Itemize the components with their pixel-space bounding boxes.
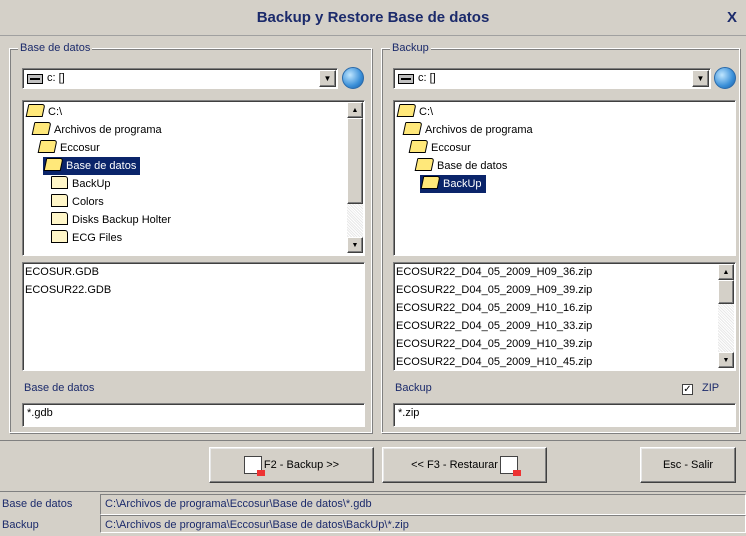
close-button[interactable]: X (724, 10, 740, 26)
folder-tree-item[interactable]: Base de datos (43, 157, 141, 175)
file-list-item[interactable]: ECOSUR22_D04_05_2009_H10_33.zip (396, 318, 592, 335)
folder-tree-item-label: ECG Files (72, 232, 123, 244)
right-files-scroll-up[interactable]: ▲ (718, 264, 734, 280)
file-list-item[interactable]: ECOSUR22.GDB (25, 282, 111, 299)
folder-icon (51, 176, 68, 189)
folder-tree-item[interactable]: Eccosur (37, 139, 104, 157)
zip-checkbox[interactable]: ✓ (682, 384, 693, 395)
open-folder-icon (408, 140, 429, 153)
database-filter-label: Base de datos (24, 382, 95, 394)
folder-tree-item-label: C:\ (48, 106, 63, 118)
open-folder-icon (37, 140, 58, 153)
folder-tree-item-label: C:\ (419, 106, 434, 118)
folder-tree-item[interactable]: BackUp (49, 175, 115, 193)
folder-tree-item[interactable]: Colors (49, 193, 108, 211)
folder-tree-item-label: BackUp (72, 178, 111, 190)
folder-tree-item-label: Archivos de programa (425, 124, 533, 136)
drive-icon (27, 74, 43, 84)
left-tree-scroll-thumb[interactable] (347, 118, 363, 204)
folder-tree-item-label: Disks Backup Holter (72, 214, 172, 226)
left-file-list[interactable]: ECOSUR.GDB ECOSUR22.GDB (22, 262, 365, 371)
file-list-item[interactable]: ECOSUR22_D04_05_2009_H10_16.zip (396, 300, 592, 317)
restore-icon (499, 456, 521, 476)
folder-tree-item[interactable]: ECG Files (49, 229, 126, 247)
database-filter-input[interactable]: *.gdb (22, 403, 365, 427)
folder-tree-item-label: BackUp (443, 178, 482, 190)
folder-tree-item[interactable]: Archivos de programa (31, 121, 166, 139)
left-drive-dropdown-button[interactable]: ▼ (319, 70, 336, 87)
status-backup-path: C:\Archivos de programa\Eccosur\Base de … (100, 515, 746, 533)
left-tree-scroll-up[interactable]: ▲ (347, 102, 363, 118)
right-file-list[interactable]: ECOSUR22_D04_05_2009_H09_36.zip ECOSUR22_… (393, 262, 736, 371)
folder-tree-item-label: Base de datos (437, 160, 508, 172)
open-folder-icon (25, 104, 46, 117)
folder-tree-item[interactable]: C:\ (25, 103, 66, 121)
open-folder-icon (414, 158, 435, 171)
open-folder-icon (402, 122, 423, 135)
right-files-scroll-down[interactable]: ▼ (718, 352, 734, 368)
database-group-label: Base de datos (18, 42, 93, 54)
folder-tree-item[interactable]: BackUp (420, 175, 486, 193)
left-folder-tree[interactable]: C:\ Archivos de programa Eccosur Base de da… (22, 100, 365, 256)
right-drive-value: c: [] (418, 72, 436, 84)
left-drive-value: c: [] (47, 72, 65, 84)
folder-tree-item-label: Eccosur (431, 142, 471, 154)
left-tree-scroll-down[interactable]: ▼ (347, 237, 363, 253)
drive-icon (398, 74, 414, 84)
restore-button[interactable]: << F3 - Restaurar (382, 447, 547, 483)
right-drive-combo[interactable]: c: [] ▼ (393, 68, 711, 89)
folder-icon (51, 212, 68, 225)
file-list-item[interactable]: ECOSUR22_D04_05_2009_H09_36.zip (396, 264, 592, 281)
folder-tree-item-label: Archivos de programa (54, 124, 162, 136)
open-folder-icon (43, 158, 64, 171)
open-folder-icon (31, 122, 52, 135)
folder-tree-item-label: Base de datos (66, 160, 137, 172)
exit-button-label: Esc - Salir (662, 459, 714, 471)
backup-filter-input[interactable]: *.zip (393, 403, 736, 427)
open-folder-icon (420, 176, 441, 189)
right-folder-tree[interactable]: C:\ Archivos de programa Eccosur Base de da… (393, 100, 736, 256)
right-files-scroll-thumb[interactable] (718, 280, 734, 304)
window-title: Backup y Restore Base de datos (256, 9, 490, 26)
network-globe-icon[interactable] (714, 67, 736, 89)
left-drive-combo[interactable]: c: [] ▼ (22, 68, 338, 89)
file-list-item[interactable]: ECOSUR22_D04_05_2009_H10_39.zip (396, 336, 592, 353)
status-database-path: C:\Archivos de programa\Eccosur\Base de … (100, 494, 746, 515)
backup-button[interactable]: F2 - Backup >> (209, 447, 374, 483)
folder-tree-item-label: Eccosur (60, 142, 100, 154)
folder-icon (51, 230, 68, 243)
divider (0, 440, 746, 441)
folder-tree-item[interactable]: Eccosur (408, 139, 475, 157)
zip-checkbox-label: ZIP (702, 382, 720, 394)
backup-group-label: Backup (390, 42, 431, 54)
file-list-item[interactable]: ECOSUR22_D04_05_2009_H10_45.zip (396, 354, 592, 370)
file-list-item[interactable]: ECOSUR.GDB (25, 264, 99, 281)
backup-filter-label: Backup (395, 382, 432, 394)
folder-tree-item[interactable]: Base de datos (414, 157, 511, 175)
folder-tree-item[interactable]: Archivos de programa (402, 121, 537, 139)
file-list-item[interactable]: ECOSUR22_D04_05_2009_H09_39.zip (396, 282, 592, 299)
open-folder-icon (396, 104, 417, 117)
restore-button-label: << F3 - Restaurar (411, 459, 498, 471)
right-drive-dropdown-button[interactable]: ▼ (692, 70, 709, 87)
right-files-scrollbar[interactable]: ▲ ▼ (718, 264, 734, 368)
exit-button[interactable]: Esc - Salir (640, 447, 736, 483)
folder-tree-item[interactable]: Disks Backup Holter (49, 211, 175, 229)
status-backup-label: Backup (2, 519, 39, 531)
status-database-label: Base de datos (2, 498, 73, 510)
backup-icon (243, 456, 265, 476)
folder-tree-item-label: Colors (72, 196, 104, 208)
network-globe-icon[interactable] (342, 67, 364, 89)
divider (0, 491, 746, 492)
folder-tree-item[interactable]: C:\ (396, 103, 437, 121)
folder-icon (51, 194, 68, 207)
left-tree-scrollbar[interactable]: ▲ ▼ (347, 102, 363, 253)
backup-button-label: F2 - Backup >> (263, 459, 340, 471)
